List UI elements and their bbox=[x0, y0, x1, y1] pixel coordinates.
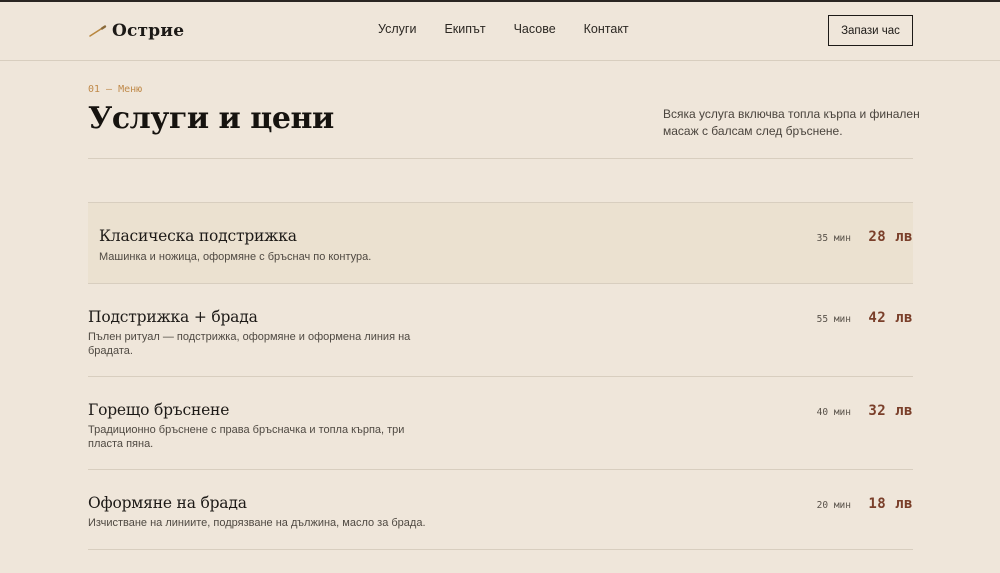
service-description: Изчистване на линиите, подрязване на дъл… bbox=[88, 517, 426, 529]
section-eyebrow: 01 — Меню bbox=[88, 84, 143, 95]
service-description: Пълен ритуал — подстрижка, оформяне и оф… bbox=[88, 331, 411, 357]
main-nav: Услуги Екипът Часове Контакт bbox=[378, 22, 657, 36]
service-price: 42 лв bbox=[868, 310, 913, 326]
service-duration: 35 мин bbox=[816, 233, 851, 244]
service-item[interactable]: Класическа подстрижка Машинка и ножица, … bbox=[88, 202, 913, 283]
brand-name: Острие bbox=[112, 21, 185, 41]
service-name: Класическа подстрижка bbox=[99, 227, 297, 245]
nav-item-services[interactable]: Услуги bbox=[378, 22, 416, 36]
service-name: Оформяне на брада bbox=[88, 494, 247, 512]
site-header: Острие Услуги Екипът Часове Контакт Запа… bbox=[0, 2, 1000, 61]
service-item[interactable]: Подстрижка + брада Пълен ритуал — подстр… bbox=[88, 283, 913, 376]
list-bottom-divider bbox=[88, 549, 913, 550]
section-divider bbox=[88, 158, 913, 159]
service-price: 28 лв bbox=[868, 229, 913, 245]
razor-icon bbox=[89, 25, 107, 37]
logo[interactable]: Острие bbox=[88, 21, 184, 41]
service-price: 32 лв bbox=[868, 403, 913, 419]
book-appointment-button[interactable]: Запази час bbox=[828, 15, 913, 46]
service-description: Традиционно бръснене с права бръсначка и… bbox=[88, 424, 405, 450]
nav-item-hours[interactable]: Часове bbox=[514, 22, 556, 36]
service-name: Горещо бръснене bbox=[88, 401, 230, 419]
service-duration: 20 мин bbox=[816, 500, 851, 511]
nav-item-team[interactable]: Екипът bbox=[444, 22, 485, 36]
service-price: 18 лв bbox=[868, 496, 913, 512]
service-name: Подстрижка + брада bbox=[88, 308, 258, 326]
service-description: Машинка и ножица, оформяне с бръснач по … bbox=[99, 251, 372, 263]
page-title: Услуги и цени bbox=[88, 101, 334, 136]
nav-item-contact[interactable]: Контакт bbox=[584, 22, 629, 36]
service-item[interactable]: Горещо бръснене Традиционно бръснене с п… bbox=[88, 376, 913, 469]
service-item[interactable]: Оформяне на брада Изчистване на линиите,… bbox=[88, 469, 913, 550]
section-intro: Всяка услуга включва топла кърпа и финал… bbox=[663, 107, 920, 138]
service-duration: 40 мин bbox=[816, 407, 851, 418]
service-duration: 55 мин bbox=[816, 314, 851, 325]
